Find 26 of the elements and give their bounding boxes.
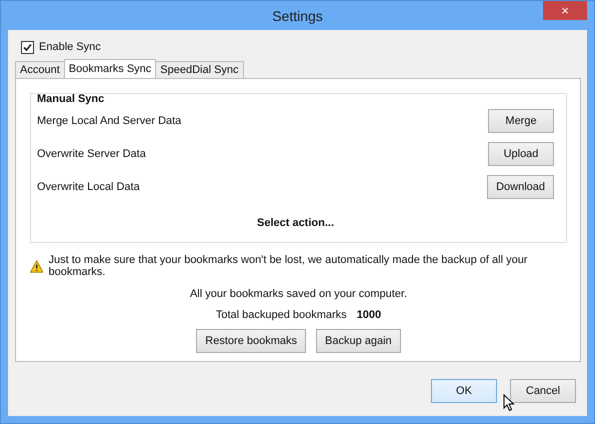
warning-text: Just to make sure that your bookmarks won't be lost, we automatically made the backup of all your bookmarks. — [48, 254, 528, 278]
action-label: Merge Local And Server Data — [37, 115, 182, 127]
total-value: 1000 — [356, 309, 382, 321]
backup-button[interactable]: Restore bookmaks — [196, 329, 306, 353]
enable-sync-label: Enable Sync — [39, 41, 101, 53]
warning-icon — [30, 260, 44, 272]
checkmark-icon — [23, 42, 32, 52]
saved-text: All your bookmarks saved on your computer. — [190, 288, 408, 300]
tab[interactable]: SpeedDial Sync — [155, 61, 244, 78]
mouse-cursor-icon — [503, 394, 515, 412]
window-title: Settings — [272, 8, 323, 24]
enable-sync-checkbox[interactable] — [21, 40, 34, 54]
dialog-button[interactable]: OK — [431, 379, 497, 403]
tab[interactable]: Account — [15, 61, 65, 78]
status-text: Select action... — [256, 217, 334, 229]
group-title: Manual Sync — [37, 93, 106, 105]
tab[interactable]: Bookmarks Sync — [64, 59, 156, 78]
total-label: Total backuped bookmarks — [216, 309, 347, 321]
action-button[interactable]: Upload — [488, 142, 554, 166]
close-button[interactable]: × — [543, 1, 587, 20]
dialog-button[interactable]: Cancel — [510, 379, 576, 403]
action-button[interactable]: Merge — [488, 109, 554, 133]
action-label: Overwrite Server Data — [37, 148, 146, 160]
action-label: Overwrite Local Data — [37, 181, 140, 193]
backup-button[interactable]: Backup again — [316, 329, 401, 353]
action-button[interactable]: Download — [487, 175, 554, 199]
